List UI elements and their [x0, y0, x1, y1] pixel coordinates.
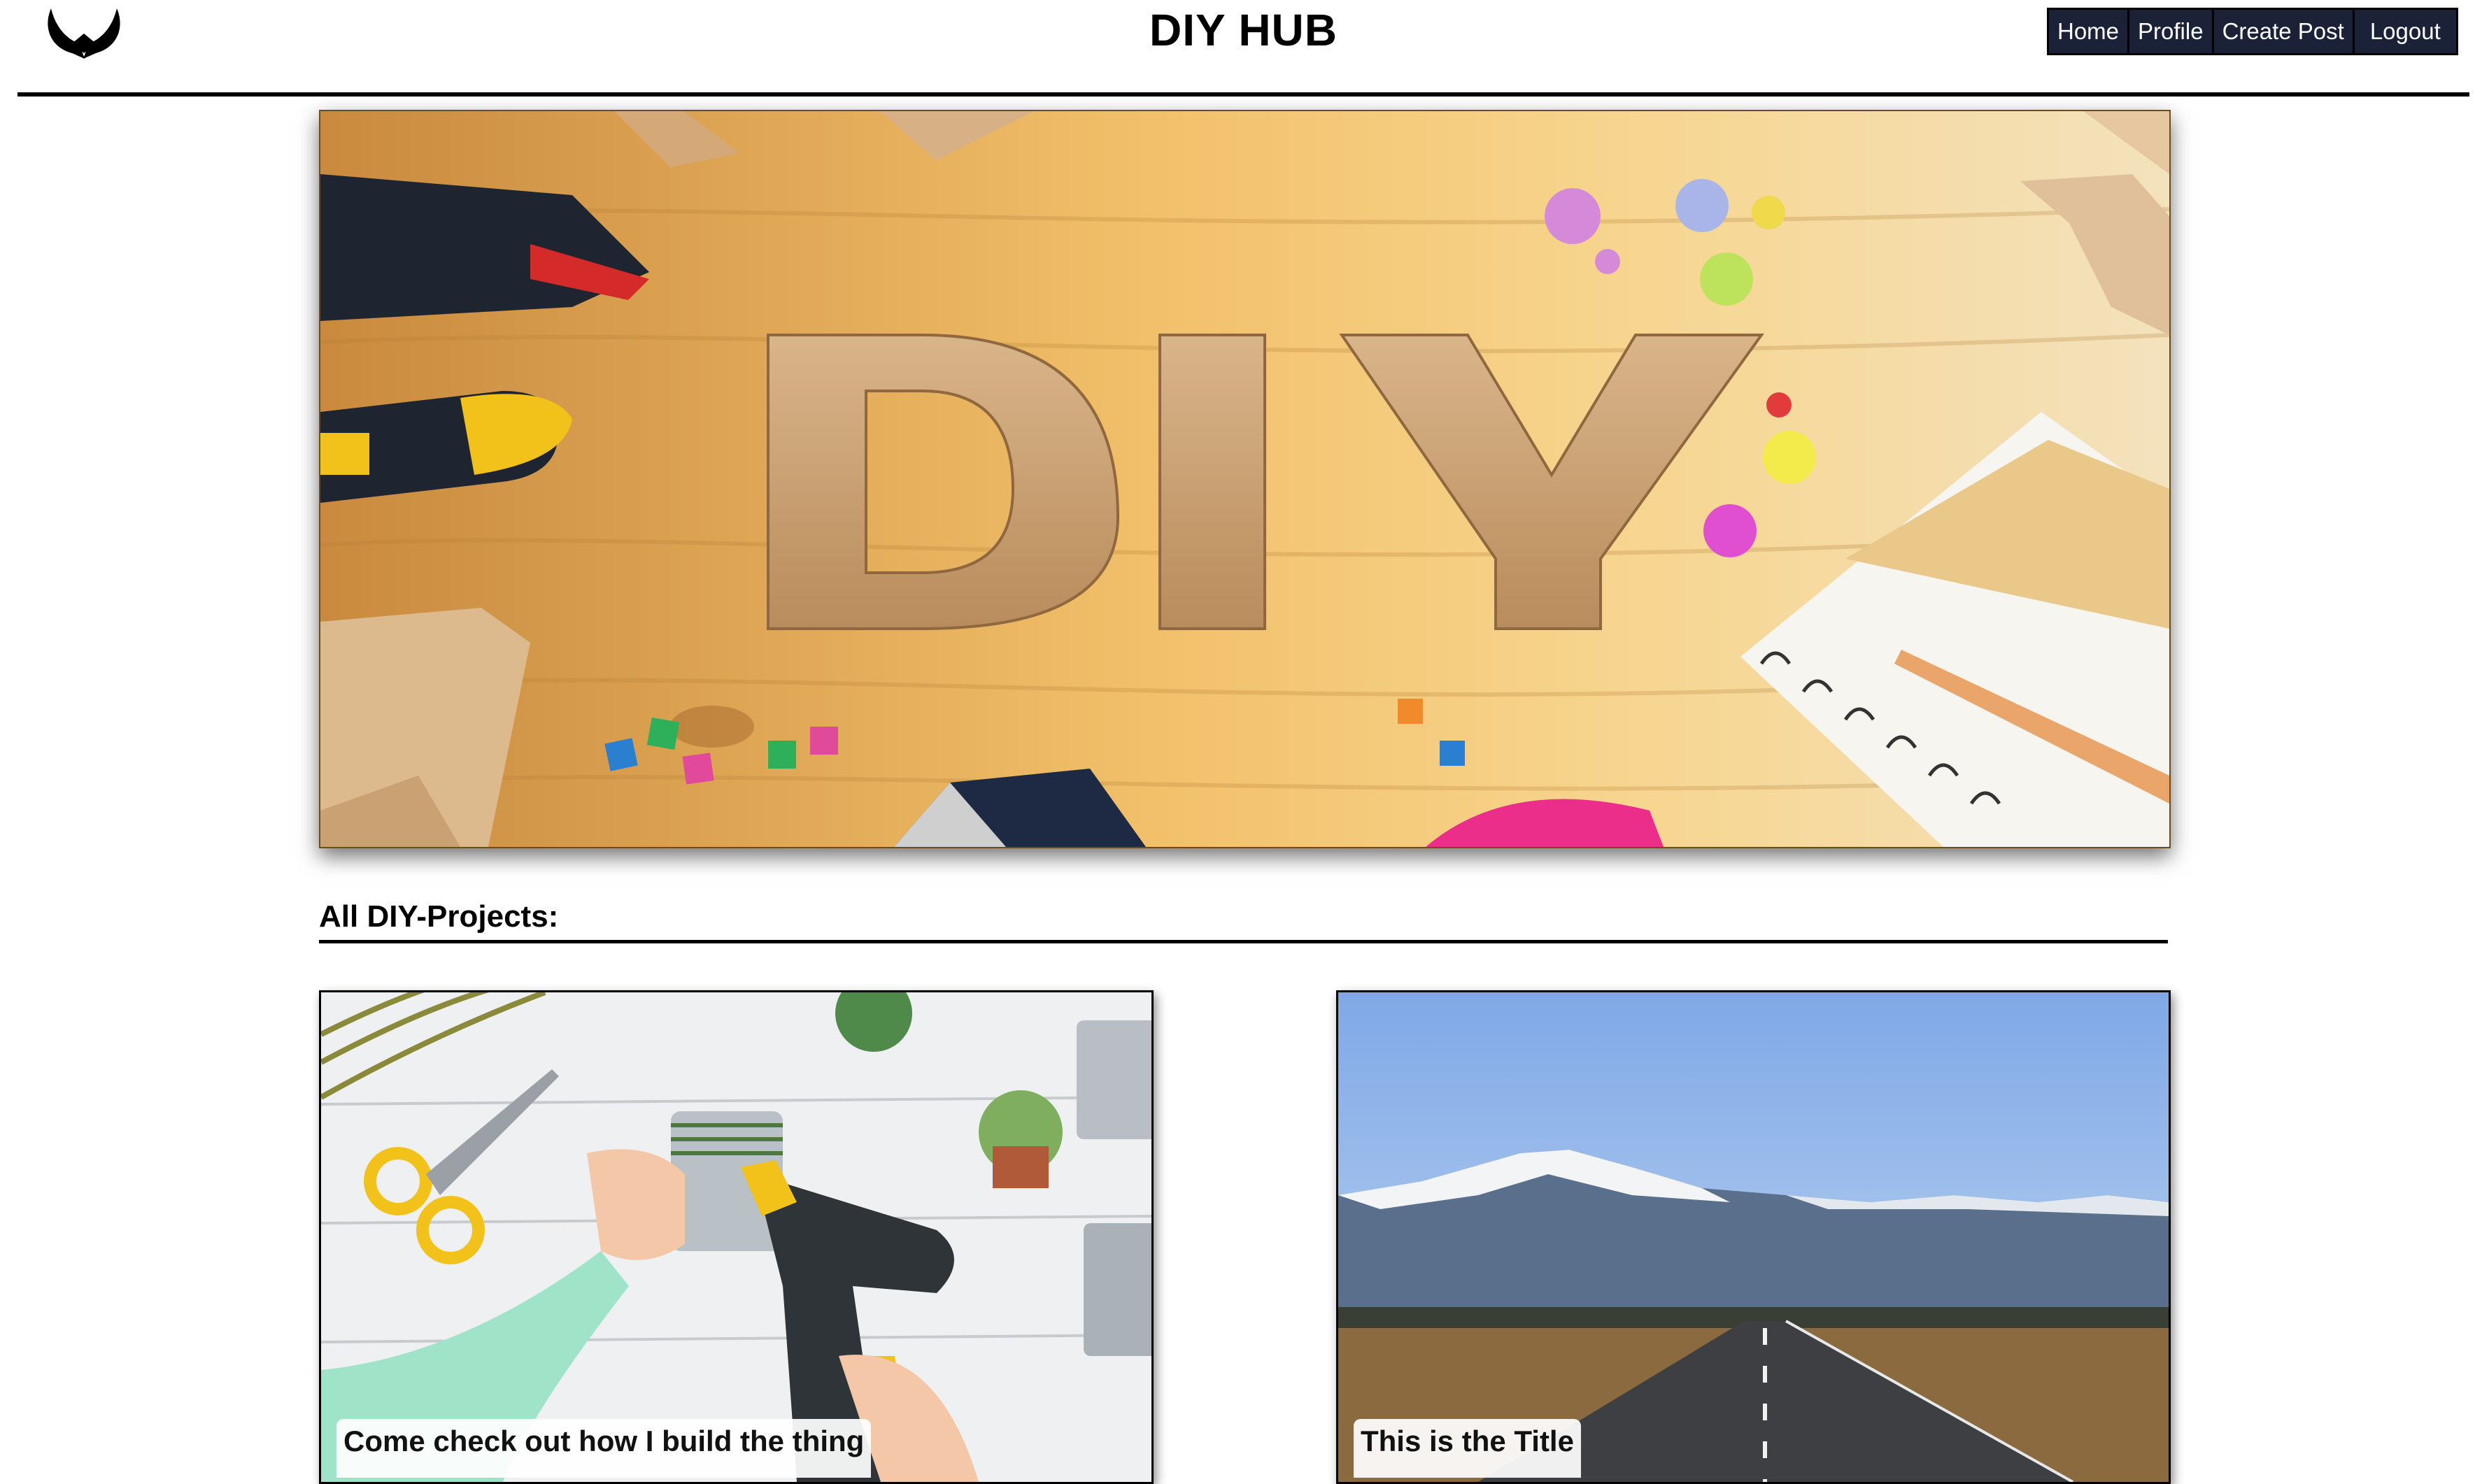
nav-logout[interactable]: Logout [2352, 10, 2456, 53]
hero-banner-image [319, 110, 2171, 848]
main-nav: Home Profile Create Post Logout [2047, 8, 2458, 55]
project-card-title[interactable]: Come check out how I build the thing [336, 1419, 872, 1478]
page: DIY HUB Home Profile Create Post Logout [0, 0, 2489, 1484]
nav-profile[interactable]: Profile [2127, 10, 2212, 53]
project-card-image [321, 992, 1151, 1482]
section-title-all-projects: All DIY-Projects: [319, 899, 2168, 943]
nav-create-post[interactable]: Create Post [2211, 10, 2353, 53]
project-card-image [1338, 992, 2169, 1482]
nav-home[interactable]: Home [2049, 10, 2127, 53]
project-card-title[interactable]: This is the Title [1354, 1419, 1581, 1478]
site-header: DIY HUB Home Profile Create Post Logout [17, 0, 2469, 97]
project-card[interactable]: Come check out how I build the thing [319, 990, 1154, 1484]
project-card[interactable]: This is the Title [1336, 990, 2171, 1484]
